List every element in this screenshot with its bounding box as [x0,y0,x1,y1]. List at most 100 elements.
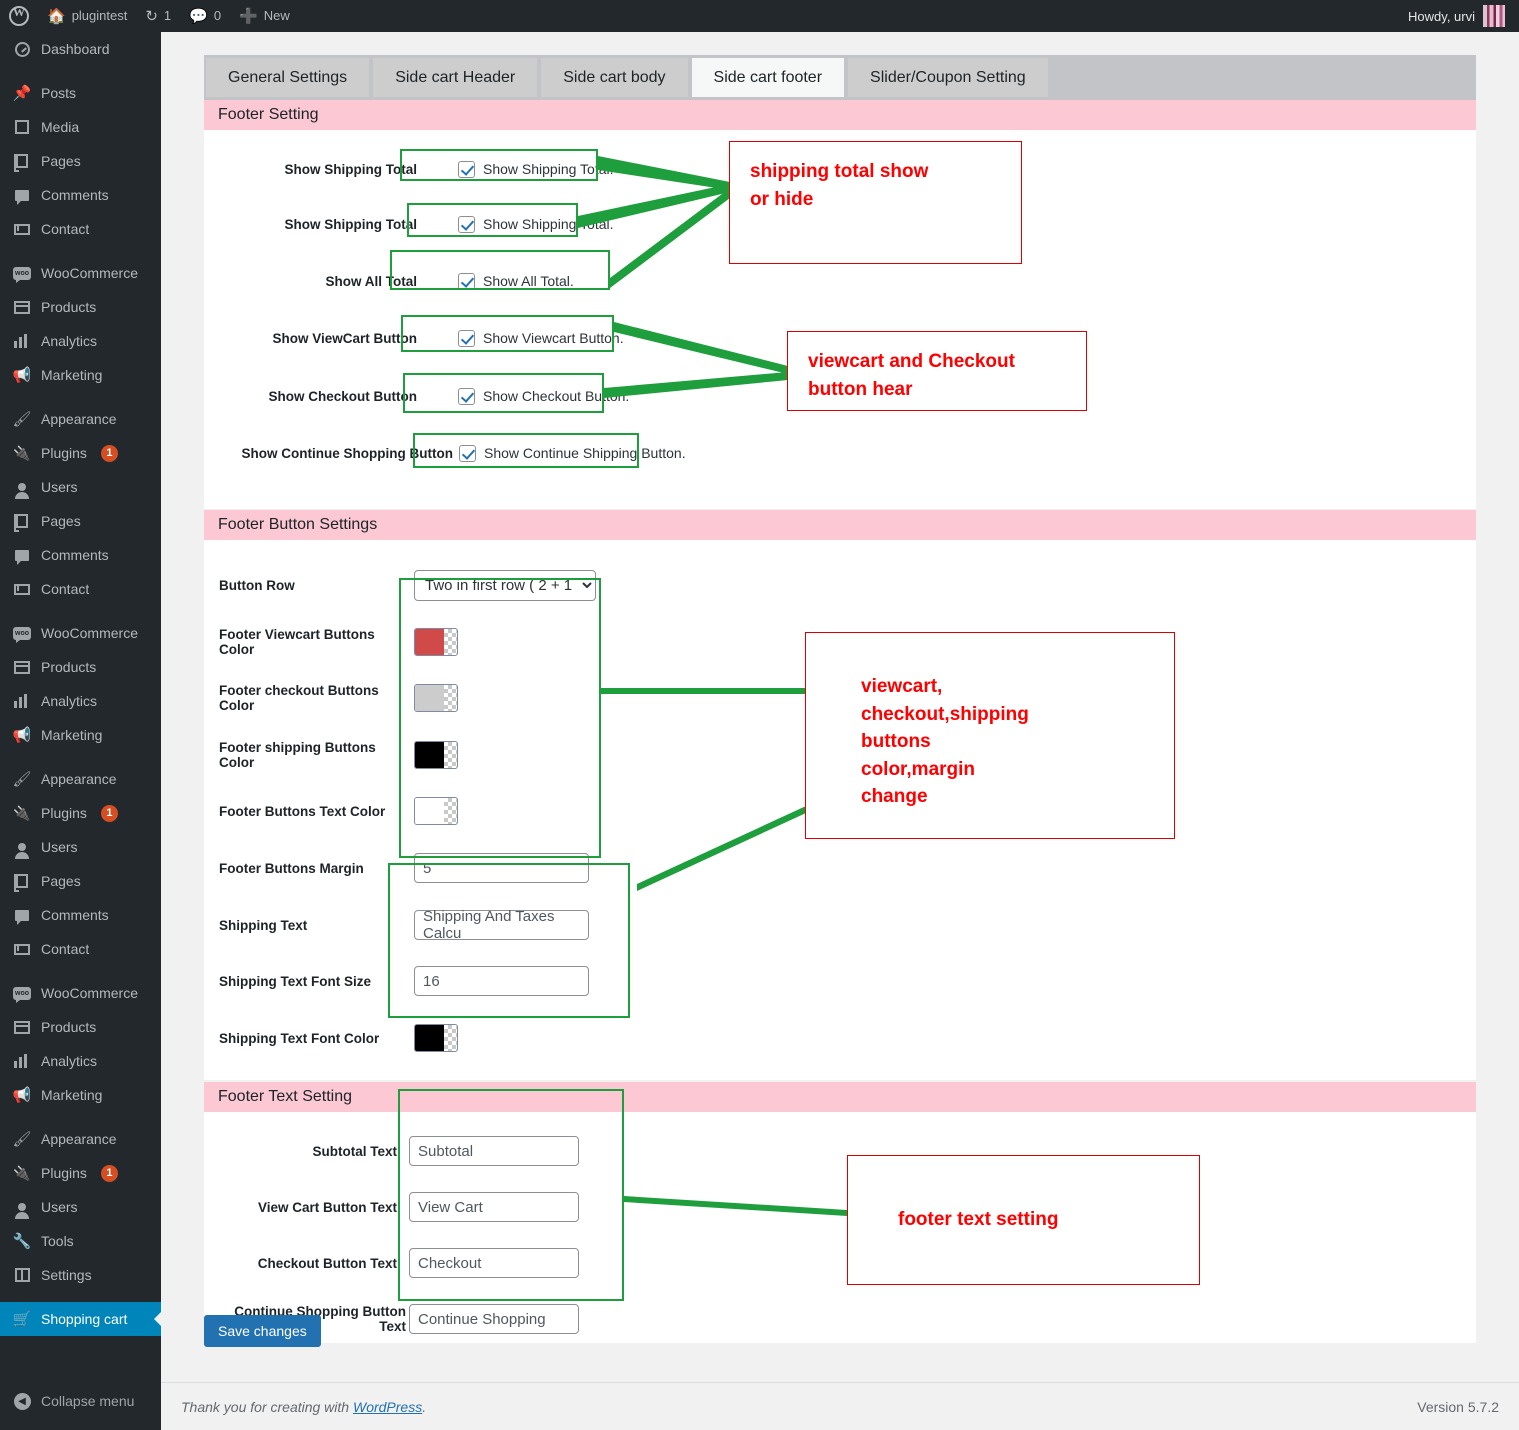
sidebar-item-woocommerce[interactable]: woo WooCommerce [0,976,161,1010]
viewcart-color-picker[interactable] [414,628,458,656]
sidebar-item-label: Contact [41,941,90,957]
plugins-icon: 🔌 [13,1164,31,1181]
collapse-menu-button[interactable]: ◀ Collapse menu [0,1384,161,1418]
sidebar-item-analytics[interactable]: Analytics [0,324,161,358]
button-row-select[interactable]: Two in first row ( 2 + 1 ) [414,570,596,601]
sidebar-item-contact[interactable]: Contact [0,572,161,606]
shipping-font-color-swatch [415,1025,444,1051]
sidebar-item-shopping-cart[interactable]: 🛒 Shopping cart [0,1302,161,1336]
tab-general-settings[interactable]: General Settings [206,58,370,97]
tab-slider-coupon-setting[interactable]: Slider/Coupon Setting [848,58,1048,97]
sidebar-item-contact[interactable]: Contact [0,212,161,246]
subtotal-text-input[interactable]: Subtotal [409,1136,579,1166]
sidebar-item-marketing[interactable]: 📢 Marketing [0,1078,161,1112]
sidebar-item-settings[interactable]: Settings [0,1258,161,1292]
sidebar-item-woocommerce[interactable]: woo WooCommerce [0,616,161,650]
appearance-icon: 🖌 [12,1131,32,1148]
account-menu[interactable]: Howdy, urvi [1408,5,1519,27]
label-viewcart-color: Footer Viewcart Buttons Color [219,627,375,657]
sidebar-item-pages[interactable]: Pages [0,504,161,538]
checkout-color-swatch [415,685,444,711]
sidebar-item-products[interactable]: Products [0,290,161,324]
sidebar-item-plugins[interactable]: 🔌 Plugins 1 [0,796,161,830]
callout-viewcart-checkout: viewcart and Checkout button hear [787,331,1087,411]
checkbox-show-all-total[interactable] [458,272,475,290]
site-name-button[interactable]: 🏠 plugintest [38,0,136,32]
checkout-color-picker[interactable] [414,684,458,712]
row-show-all-total: Show All Total Show All Total. [204,266,1476,296]
shipping-color-swatch [415,742,444,768]
sidebar-item-comments[interactable]: Comments [0,178,161,212]
sidebar-item-label: Settings [41,1267,92,1283]
checkbox-show-shipping-total-2[interactable] [458,215,475,233]
sidebar-item-marketing[interactable]: 📢 Marketing [0,358,161,392]
sidebar-item-pages[interactable]: Pages [0,144,161,178]
sidebar-item-posts[interactable]: 📌 Posts [0,76,161,110]
checkbox-show-checkout-button[interactable] [458,387,475,405]
sidebar-item-tools[interactable]: 🔧 Tools [0,1224,161,1258]
sidebar-item-label: Analytics [41,693,98,709]
updates-button[interactable]: ↻ 1 [136,0,180,32]
checkbox-label-show-all-total: Show All Total. [483,273,574,289]
sidebar-item-label: Contact [41,581,90,597]
shipping-color-picker[interactable] [414,741,458,769]
sidebar-item-marketing[interactable]: 📢 Marketing [0,718,161,752]
plus-icon: ➕ [239,7,258,25]
sidebar-item-users[interactable]: Users [0,1190,161,1224]
row-buttons-margin: Footer Buttons Margin 5 [204,853,1476,883]
sidebar-item-comments[interactable]: Comments [0,898,161,932]
sidebar-item-pages[interactable]: Pages [0,864,161,898]
shipping-font-color-picker[interactable] [414,1024,458,1052]
sidebar-item-appearance[interactable]: 🖌 Appearance [0,762,161,796]
marketing-icon: 📢 [12,727,32,744]
shipping-font-size-input[interactable]: 16 [414,966,589,996]
pin-icon: 📌 [12,85,32,102]
site-name-label: plugintest [71,8,128,23]
buttons-text-color-picker[interactable] [414,797,458,825]
buttons-margin-input[interactable]: 5 [414,853,589,883]
checkbox-label-show-shipping-total-2: Show Shipping Total. [483,216,614,232]
checkbox-show-continue-shopping-button[interactable] [459,444,476,462]
sidebar-item-users[interactable]: Users [0,830,161,864]
comments-button[interactable]: 💬 0 [180,0,230,32]
tab-side-cart-body[interactable]: Side cart body [541,58,688,97]
sidebar-item-label: Comments [41,187,109,203]
checkbox-show-shipping-total-1[interactable] [458,160,475,178]
sidebar-item-contact[interactable]: Contact [0,932,161,966]
tab-side-cart-header[interactable]: Side cart Header [373,58,538,97]
continue-shopping-button-text-input[interactable]: Continue Shopping [409,1304,579,1334]
view-cart-button-text-input[interactable]: View Cart [409,1192,579,1222]
wordpress-link[interactable]: WordPress [353,1399,422,1415]
sidebar-item-appearance[interactable]: 🖌 Appearance [0,402,161,436]
sidebar-item-woocommerce[interactable]: woo WooCommerce [0,256,161,290]
sidebar-item-label: Plugins [41,445,87,461]
footer-text-setting-heading: Footer Text Setting [204,1082,1476,1112]
footer-text-setting-panel: Footer Text Setting Subtotal Text Subtot… [204,1082,1476,1343]
label-buttons-margin: Footer Buttons Margin [219,860,364,876]
sidebar-item-plugins[interactable]: 🔌 Plugins 1 [0,436,161,470]
new-content-button[interactable]: ➕ New [230,0,299,32]
sidebar-item-dashboard[interactable]: Dashboard [0,32,161,66]
sidebar-item-label: Plugins [41,1165,87,1181]
sidebar-item-products[interactable]: Products [0,1010,161,1044]
sidebar-item-products[interactable]: Products [0,650,161,684]
sidebar-item-plugins[interactable]: 🔌 Plugins 1 [0,1156,161,1190]
dashboard-icon [12,39,32,59]
tab-side-cart-footer[interactable]: Side cart footer [691,58,845,97]
comments-count: 0 [213,8,222,23]
sidebar-item-analytics[interactable]: Analytics [0,684,161,718]
sidebar-item-appearance[interactable]: 🖌 Appearance [0,1122,161,1156]
comment-icon [12,545,32,565]
sidebar-item-analytics[interactable]: Analytics [0,1044,161,1078]
sidebar-item-media[interactable]: Media [0,110,161,144]
sidebar-item-label: Dashboard [41,41,110,57]
save-changes-button[interactable]: Save changes [204,1315,321,1347]
wordpress-logo-button[interactable] [0,0,38,32]
checkbox-show-viewcart-button[interactable] [458,329,475,347]
shipping-text-input[interactable]: Shipping And Taxes Calcu [414,908,589,942]
sidebar-item-users[interactable]: Users [0,470,161,504]
checkbox-label-show-continue-shopping-button: Show Continue Shipping Button. [484,445,686,461]
updates-count: 1 [163,8,172,23]
sidebar-item-comments[interactable]: Comments [0,538,161,572]
checkout-button-text-input[interactable]: Checkout [409,1248,579,1278]
